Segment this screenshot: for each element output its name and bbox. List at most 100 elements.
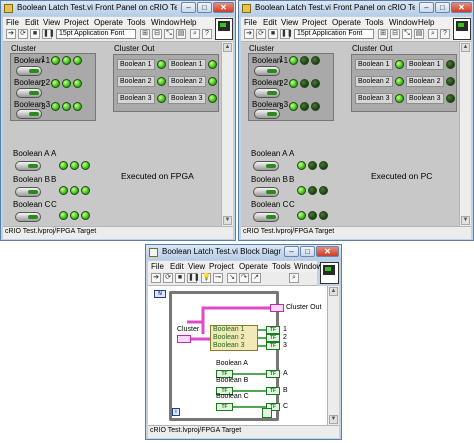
search-icon[interactable]: ⌕	[289, 273, 299, 283]
help-icon[interactable]: ?	[440, 29, 450, 39]
while-loop[interactable]	[169, 291, 279, 421]
boolean-c-switch[interactable]	[253, 212, 279, 222]
boolean-3-switch[interactable]	[16, 109, 42, 119]
run-continuously-icon[interactable]: ⟳	[18, 29, 28, 39]
minimize-button[interactable]: –	[284, 246, 299, 257]
menu-help[interactable]: Help	[180, 18, 196, 27]
boolean-2-switch[interactable]	[254, 88, 280, 98]
pause-icon[interactable]: ❚❚	[187, 273, 200, 283]
pause-icon[interactable]: ❚❚	[42, 29, 55, 39]
search-icon[interactable]: ⌕	[190, 29, 200, 39]
resize-icon[interactable]: ⤡	[402, 29, 412, 39]
boolean-c-control-terminal[interactable]: TF	[216, 403, 233, 411]
menu-edit[interactable]: Edit	[25, 18, 39, 27]
font-selector[interactable]: 15pt Application Font	[294, 29, 374, 39]
unbundle-by-name-node[interactable]: Boolean 1 Boolean 2 Boolean 3	[210, 325, 258, 351]
vi-icon[interactable]	[453, 18, 471, 40]
boolean-1-switch[interactable]	[254, 66, 280, 76]
menu-file[interactable]: File	[244, 18, 257, 27]
indicator-2-terminal[interactable]: TF	[266, 334, 280, 342]
abort-icon[interactable]: ■	[30, 29, 40, 39]
menu-project[interactable]: Project	[209, 262, 234, 271]
title-bar[interactable]: Boolean Latch Test.vi Block Diagram on c…	[146, 245, 341, 260]
reorder-icon[interactable]: ▤	[414, 29, 424, 39]
close-button[interactable]: ✕	[316, 246, 339, 257]
minimize-button[interactable]: –	[419, 2, 434, 13]
loop-index-terminal[interactable]: i	[172, 408, 180, 416]
align-icon[interactable]: ⊞	[140, 29, 150, 39]
pause-icon[interactable]: ❚❚	[280, 29, 293, 39]
step-out-icon[interactable]: ↗	[251, 273, 261, 283]
menu-edit[interactable]: Edit	[263, 18, 277, 27]
highlight-execution-icon[interactable]: 💡	[201, 273, 211, 283]
menu-view[interactable]: View	[43, 18, 60, 27]
menu-window[interactable]: Window	[294, 262, 322, 271]
scroll-down-icon[interactable]: ▼	[329, 415, 338, 424]
boolean-a-switch[interactable]	[253, 161, 279, 171]
scroll-up-icon[interactable]: ▲	[461, 43, 470, 52]
boolean-3-switch[interactable]	[254, 109, 280, 119]
step-into-icon[interactable]: ↘	[227, 273, 237, 283]
indicator-1-terminal[interactable]: TF	[266, 326, 280, 334]
indicator-3-terminal[interactable]: TF	[266, 342, 280, 350]
vi-icon[interactable]	[215, 18, 233, 40]
boolean-2-switch[interactable]	[16, 88, 42, 98]
help-icon[interactable]: ?	[202, 29, 212, 39]
stop-condition-terminal[interactable]	[262, 408, 272, 418]
retain-wire-values-icon[interactable]: ⊸	[213, 273, 223, 283]
iteration-count-terminal[interactable]: N	[154, 290, 166, 298]
run-arrow-icon[interactable]: ➔	[151, 273, 161, 283]
menu-view[interactable]: View	[281, 18, 298, 27]
step-over-icon[interactable]: ↷	[239, 273, 249, 283]
maximize-button[interactable]: □	[300, 246, 315, 257]
indicator-b-terminal[interactable]: TF	[266, 387, 280, 395]
boolean-a-switch[interactable]	[15, 161, 41, 171]
boolean-c-switch[interactable]	[15, 212, 41, 222]
title-bar[interactable]: Boolean Latch Test.vi Front Panel on cRI…	[1, 1, 235, 16]
maximize-button[interactable]: □	[197, 2, 212, 13]
menu-tools[interactable]: Tools	[127, 18, 146, 27]
menu-window[interactable]: Window	[151, 18, 179, 27]
boolean-b-switch[interactable]	[15, 187, 41, 197]
menu-project[interactable]: Project	[302, 18, 327, 27]
vertical-scrollbar[interactable]: ▲ ▼	[459, 42, 471, 226]
vertical-scrollbar[interactable]: ▲ ▼	[221, 42, 233, 226]
menu-tools[interactable]: Tools	[272, 262, 291, 271]
abort-icon[interactable]: ■	[175, 273, 185, 283]
menu-file[interactable]: File	[6, 18, 19, 27]
menu-edit[interactable]: Edit	[170, 262, 184, 271]
scroll-down-icon[interactable]: ▼	[223, 216, 232, 225]
indicator-a-terminal[interactable]: TF	[266, 370, 280, 378]
reorder-icon[interactable]: ▤	[176, 29, 186, 39]
menu-operate[interactable]: Operate	[239, 262, 268, 271]
close-button[interactable]: ✕	[451, 2, 472, 13]
scroll-down-icon[interactable]: ▼	[461, 216, 470, 225]
abort-icon[interactable]: ■	[268, 29, 278, 39]
scroll-up-icon[interactable]: ▲	[329, 287, 338, 296]
align-icon[interactable]: ⊞	[378, 29, 388, 39]
vi-icon[interactable]	[320, 262, 339, 284]
run-arrow-icon[interactable]: ➔	[244, 29, 254, 39]
boolean-1-switch[interactable]	[16, 66, 42, 76]
cluster-control-terminal[interactable]	[177, 335, 191, 343]
scroll-up-icon[interactable]: ▲	[223, 43, 232, 52]
distribute-icon[interactable]: ⊟	[152, 29, 162, 39]
menu-tools[interactable]: Tools	[365, 18, 384, 27]
menu-view[interactable]: View	[188, 262, 205, 271]
menu-window[interactable]: Window	[389, 18, 417, 27]
distribute-icon[interactable]: ⊟	[390, 29, 400, 39]
vertical-scrollbar[interactable]: ▲ ▼	[327, 286, 339, 425]
menu-operate[interactable]: Operate	[94, 18, 123, 27]
menu-project[interactable]: Project	[64, 18, 89, 27]
maximize-button[interactable]: □	[435, 2, 450, 13]
menu-help[interactable]: Help	[418, 18, 434, 27]
font-selector[interactable]: 15pt Application Font	[56, 29, 136, 39]
menu-file[interactable]: File	[151, 262, 164, 271]
cluster-out-terminal[interactable]	[270, 304, 284, 312]
run-continuously-icon[interactable]: ⟳	[163, 273, 173, 283]
menu-operate[interactable]: Operate	[332, 18, 361, 27]
search-icon[interactable]: ⌕	[428, 29, 438, 39]
boolean-b-switch[interactable]	[253, 187, 279, 197]
run-arrow-icon[interactable]: ➔	[6, 29, 16, 39]
title-bar[interactable]: Boolean Latch Test.vi Front Panel on cRI…	[239, 1, 473, 16]
